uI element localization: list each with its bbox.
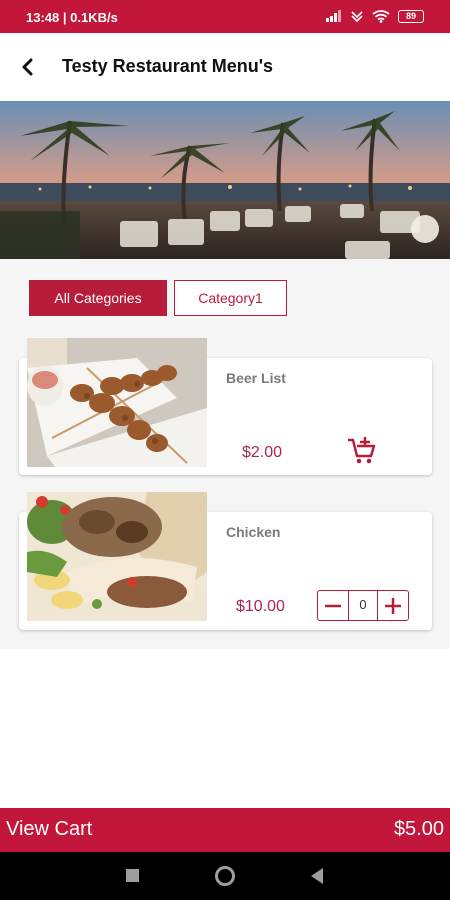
wifi-icon <box>372 9 390 23</box>
data-icon <box>351 11 363 23</box>
food-image-kebab <box>27 338 207 467</box>
cart-total: $5.00 <box>393 818 444 840</box>
back-triangle-icon[interactable] <box>311 868 323 884</box>
plus-icon[interactable] <box>378 591 408 620</box>
view-cart-bar[interactable]: View Cart $5.00 <box>0 808 450 852</box>
category-chip-category1[interactable]: Category1 <box>174 280 287 316</box>
status-icons: 89 <box>326 9 424 23</box>
menu-content: All Categories Category1 Beer List $2.00… <box>0 259 450 649</box>
system-nav-bar <box>0 852 450 900</box>
battery-icon: 89 <box>398 9 424 23</box>
item-name: Beer List <box>226 370 286 386</box>
menu-item-card[interactable]: Beer List $2.00 <box>19 338 432 475</box>
quantity-value[interactable]: 0 <box>348 591 378 620</box>
menu-item-card[interactable]: Chicken $10.00 0 <box>19 492 432 630</box>
item-name: Chicken <box>226 524 281 540</box>
status-time: 13:48 | 0.1KB/s <box>26 10 118 25</box>
page-title: Testy Restaurant Menu's <box>62 56 273 76</box>
restaurant-banner-image <box>0 101 450 259</box>
item-price: $2.00 <box>242 444 283 461</box>
view-cart-label[interactable]: View Cart <box>6 818 92 841</box>
status-bar: 13:48 | 0.1KB/s 89 <box>0 0 450 33</box>
minus-icon[interactable] <box>318 591 348 620</box>
add-to-cart-icon[interactable] <box>346 435 378 467</box>
item-price: $10.00 <box>236 598 285 615</box>
signal-icon <box>326 10 341 22</box>
home-icon[interactable] <box>215 866 235 886</box>
recents-icon[interactable] <box>126 869 139 882</box>
arrow-left-icon[interactable] <box>14 53 42 81</box>
food-image-chicken <box>27 492 207 621</box>
category-chip-all[interactable]: All Categories <box>29 280 167 316</box>
quantity-stepper[interactable]: 0 <box>317 590 409 621</box>
app-bar: Testy Restaurant Menu's <box>0 33 450 101</box>
